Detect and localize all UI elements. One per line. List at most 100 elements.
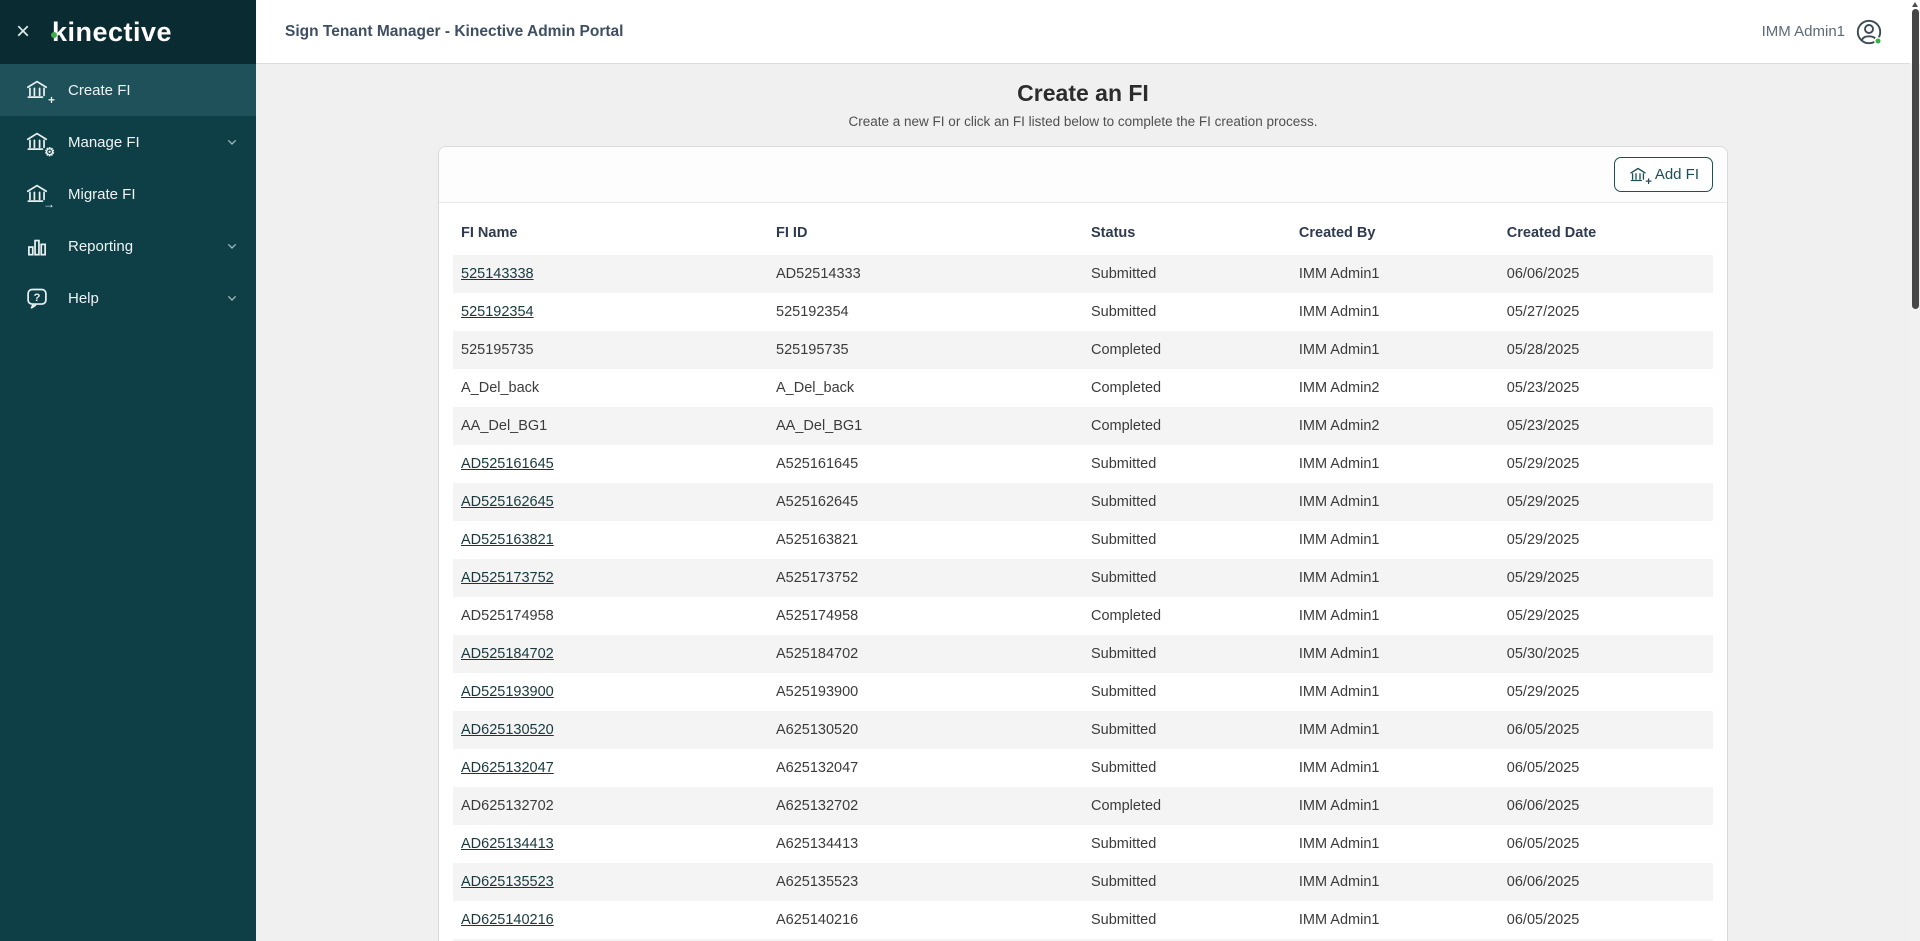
sidebar-item-help[interactable]: ? Help [0, 272, 256, 324]
fi-name-link[interactable]: AD625132047 [461, 760, 554, 776]
created-by-cell: IMM Admin1 [1298, 722, 1380, 738]
chevron-down-icon [224, 238, 240, 254]
user-menu[interactable]: IMM Admin1 [1762, 17, 1884, 47]
window-scrollbar[interactable] [1910, 0, 1920, 941]
table-row: 525143338 AD52514333 Submitted IMM Admin1 06… [453, 255, 1713, 293]
created-date-cell: 05/23/2025 [1506, 418, 1580, 434]
fi-name-link[interactable]: AD525163821 [461, 532, 554, 548]
created-date-cell: 05/28/2025 [1506, 342, 1580, 358]
created-by-cell: IMM Admin1 [1298, 608, 1380, 624]
kinective-logo: kinective [44, 17, 172, 48]
sidebar-item-migrate-fi[interactable]: → Migrate FI [0, 168, 256, 220]
user-avatar-icon [1854, 17, 1884, 47]
table-row: AD625132047 A625132047 Submitted IMM Admin1… [453, 749, 1713, 787]
fi-name-link[interactable]: 525143338 [461, 266, 534, 282]
fi-name-link[interactable]: AD625130520 [461, 722, 554, 738]
fi-name-cell: AD525173752 [453, 559, 768, 597]
fi-table-wrap: FI Name FI ID Status Created By Created Date… [453, 203, 1713, 941]
fi-name-link[interactable]: AD525184702 [461, 646, 554, 662]
created-date-cell: 05/29/2025 [1506, 684, 1580, 700]
close-icon[interactable]: × [16, 20, 44, 44]
sidebar-item-label: Migrate FI [68, 185, 136, 203]
sidebar: × kinective + Create FI ⚙ Manage FI → Migrate… [0, 0, 256, 941]
fi-name-cell: AD625132702 [461, 798, 554, 814]
fi-name-cell: AD525174958 [461, 608, 554, 624]
status-cell: Submitted [1091, 304, 1157, 320]
fi-name-cell: AD625130520 [453, 711, 768, 749]
fi-name-cell: 525192354 [453, 293, 768, 331]
status-cell: Submitted [1091, 912, 1157, 928]
created-by-cell: IMM Admin2 [1298, 418, 1380, 434]
created-by-cell: IMM Admin1 [1298, 912, 1380, 928]
scrollbar-thumb[interactable] [1911, 9, 1919, 309]
chevron-down-icon [224, 290, 240, 306]
status-cell: Submitted [1091, 722, 1157, 738]
table-row: AD625132702 A625132702 Completed IMM Admin1… [453, 787, 1713, 825]
fi-id-cell: A625134413 [776, 836, 859, 852]
sidebar-item-create-fi[interactable]: + Create FI [0, 64, 256, 116]
created-date-cell: 05/29/2025 [1506, 570, 1580, 586]
fi-name-link[interactable]: AD625134413 [461, 836, 554, 852]
fi-name-link[interactable]: 525192354 [461, 304, 534, 320]
sidebar-menu: + Create FI ⚙ Manage FI → Migrate FI Reporting… [0, 64, 256, 324]
status-cell: Submitted [1091, 684, 1157, 700]
fi-id-cell: AD52514333 [776, 266, 861, 282]
fi-name-cell: AD525163821 [453, 521, 768, 559]
created-date-cell: 06/05/2025 [1506, 836, 1580, 852]
fi-id-cell: A625140216 [776, 912, 859, 928]
table-row: A_Del_back A_Del_back Completed IMM Admin2 0… [453, 369, 1713, 407]
table-row: AD625134413 A625134413 Submitted IMM Admin1… [453, 825, 1713, 863]
fi-name-cell: AD625134413 [453, 825, 768, 863]
fi-id-cell: A525173752 [776, 570, 859, 586]
fi-name-cell: AD625135523 [453, 863, 768, 901]
fi-name-cell: 525143338 [453, 255, 768, 293]
status-cell: Completed [1091, 380, 1162, 396]
fi-name-link[interactable]: AD525161645 [461, 456, 554, 472]
fi-name-link[interactable]: AD625140216 [461, 912, 554, 928]
bank-arrow-icon: → [24, 181, 55, 210]
created-date-cell: 05/30/2025 [1506, 646, 1580, 662]
fi-id-cell: A625130520 [776, 722, 859, 738]
table-row: 525192354 525192354 Submitted IMM Admin1 05/… [453, 293, 1713, 331]
app-window: × kinective + Create FI ⚙ Manage FI → Migrate… [0, 0, 1920, 941]
created-by-cell: IMM Admin1 [1298, 570, 1380, 586]
brand-wordmark: kinective [52, 16, 173, 47]
created-by-cell: IMM Admin1 [1298, 684, 1380, 700]
window-title: Sign Tenant Manager - Kinective Admin Po… [285, 22, 624, 40]
status-cell: Submitted [1091, 570, 1157, 586]
column-header-created-date: Created Date [1506, 225, 1597, 241]
status-cell: Submitted [1091, 760, 1157, 776]
sidebar-item-manage-fi[interactable]: ⚙ Manage FI [0, 116, 256, 168]
fi-id-cell: A525161645 [776, 456, 859, 472]
table-row: AD625135523 A625135523 Submitted IMM Admin1… [453, 863, 1713, 901]
status-cell: Submitted [1091, 266, 1157, 282]
fi-name-cell: 525195735 [461, 342, 534, 358]
created-by-cell: IMM Admin1 [1298, 798, 1380, 814]
fi-id-cell: A525163821 [776, 532, 859, 548]
fi-name-link[interactable]: AD525173752 [461, 570, 554, 586]
status-cell: Completed [1091, 798, 1162, 814]
add-fi-button[interactable]: + Add FI [1613, 157, 1713, 192]
column-header-fi-id: FI ID [776, 225, 808, 241]
fi-name-link[interactable]: AD525162645 [461, 494, 554, 510]
fi-name-cell: A_Del_back [461, 380, 540, 396]
created-date-cell: 05/29/2025 [1506, 456, 1580, 472]
created-date-cell: 05/29/2025 [1506, 494, 1580, 510]
status-cell: Completed [1091, 418, 1162, 434]
sidebar-item-reporting[interactable]: Reporting [0, 220, 256, 272]
fi-table: FI Name FI ID Status Created By Created Date… [453, 203, 1713, 941]
table-row: AD525193900 A525193900 Submitted IMM Admin1… [453, 673, 1713, 711]
fi-name-link[interactable]: AD525193900 [461, 684, 554, 700]
status-cell: Submitted [1091, 494, 1157, 510]
fi-id-cell: A_Del_back [776, 380, 855, 396]
sidebar-logo-bar: × kinective [0, 0, 256, 64]
bank-plus-icon: + [24, 77, 55, 106]
created-date-cell: 06/06/2025 [1506, 266, 1580, 282]
column-header-status: Status [1091, 225, 1136, 241]
scrollbar-up-arrow-icon[interactable] [1912, 2, 1918, 7]
fi-name-link[interactable]: AD625135523 [461, 874, 554, 890]
fi-name-cell: AD625140216 [453, 901, 768, 939]
created-by-cell: IMM Admin1 [1298, 342, 1380, 358]
sidebar-item-label: Manage FI [68, 133, 140, 151]
table-row: AD525163821 A525163821 Submitted IMM Admin1… [453, 521, 1713, 559]
